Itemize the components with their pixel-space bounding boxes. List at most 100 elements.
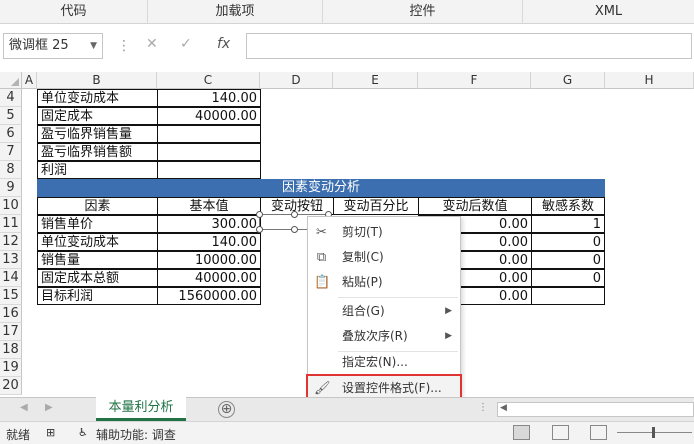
column-header-f[interactable]: F: [418, 72, 531, 89]
ribbon-group-xml[interactable]: XML: [523, 0, 694, 24]
chevron-down-icon[interactable]: ▼: [90, 34, 97, 58]
sheet-tab-bar: ◀ ▶ 本量利分析 ⊕ ⋮ ◀: [0, 397, 694, 421]
column-header-b[interactable]: B: [37, 72, 157, 89]
ribbon-groups: 代码 加载项 控件 XML: [0, 0, 694, 24]
menu-item-assign-macro[interactable]: 指定宏(N)...: [308, 350, 460, 375]
factor-name[interactable]: 销售单价: [37, 215, 158, 233]
select-all-corner[interactable]: [0, 72, 22, 89]
factor-name[interactable]: 销售量: [37, 251, 158, 269]
cell-label[interactable]: 固定成本: [37, 107, 158, 125]
factor-base[interactable]: 300.00: [157, 215, 261, 233]
enter-icon[interactable]: ✓: [180, 36, 192, 52]
cell-label[interactable]: 盈亏临界销售额: [37, 143, 158, 161]
resize-handle[interactable]: [291, 226, 298, 233]
resize-handle[interactable]: [256, 226, 263, 233]
factor-name[interactable]: 固定成本总额: [37, 269, 158, 287]
factor-sensitivity[interactable]: 0: [531, 269, 605, 287]
row-header[interactable]: 20: [0, 377, 22, 395]
factor-sensitivity[interactable]: 1: [531, 215, 605, 233]
formula-input[interactable]: [246, 33, 692, 59]
factor-analysis-banner[interactable]: 因素变动分析: [37, 179, 605, 197]
page-break-view-icon[interactable]: [590, 425, 607, 440]
factor-base[interactable]: 40000.00: [157, 269, 261, 287]
menu-item-format-control[interactable]: 🖌 设置控件格式(F)...: [306, 374, 462, 399]
ribbon-group-addins[interactable]: 加载项: [148, 0, 323, 24]
row-header[interactable]: 13: [0, 251, 22, 269]
menu-item-cut[interactable]: ✂ 剪切(T): [308, 220, 460, 245]
cell-label[interactable]: 盈亏临界销售量: [37, 125, 158, 143]
page-layout-view-icon[interactable]: [552, 425, 569, 440]
row-header[interactable]: 7: [0, 143, 22, 161]
formula-bar: 微调框 25 ▼ ⋮ ✕ ✓ fx: [0, 30, 694, 64]
row-header[interactable]: 14: [0, 269, 22, 287]
header-base[interactable]: 基本值: [157, 197, 261, 215]
menu-item-order[interactable]: 叠放次序(R) ▶: [308, 324, 460, 349]
resize-handle[interactable]: [291, 211, 298, 218]
factor-sensitivity[interactable]: [531, 287, 605, 305]
sheet-tab-active[interactable]: 本量利分析: [96, 397, 186, 421]
factor-name[interactable]: 目标利润: [37, 287, 158, 305]
ribbon-group-controls[interactable]: 控件: [323, 0, 523, 24]
row-header[interactable]: 8: [0, 161, 22, 179]
cell-label[interactable]: 单位变动成本: [37, 89, 158, 107]
column-header-h[interactable]: H: [605, 72, 694, 89]
context-menu: ✂ 剪切(T) ⧉ 复制(C) 📋 粘贴(P) 组合(G) ▶ 叠放次序(R) …: [306, 216, 462, 400]
prev-sheet-icon[interactable]: ◀: [20, 402, 28, 413]
column-header-d[interactable]: D: [260, 72, 333, 89]
cancel-icon[interactable]: ✕: [146, 36, 158, 52]
grip-icon[interactable]: ⋮: [478, 402, 488, 413]
cell-label[interactable]: 利润: [37, 161, 158, 179]
ribbon-group-code[interactable]: 代码: [0, 0, 148, 24]
row-header[interactable]: 9: [0, 179, 22, 197]
cell-value[interactable]: [157, 143, 261, 161]
column-header-e[interactable]: E: [333, 72, 418, 89]
zoom-slider-thumb[interactable]: [652, 427, 655, 438]
cell-value[interactable]: 140.00: [157, 89, 261, 107]
factor-base[interactable]: 140.00: [157, 233, 261, 251]
cell-value[interactable]: [157, 125, 261, 143]
row-header[interactable]: 16: [0, 305, 22, 323]
factor-base[interactable]: 1560000.00: [157, 287, 261, 305]
row-header[interactable]: 17: [0, 323, 22, 341]
horizontal-scrollbar[interactable]: ◀: [497, 402, 694, 417]
accessibility-status[interactable]: 辅助功能: 调查: [96, 426, 176, 443]
cell-value[interactable]: [157, 161, 261, 179]
accessibility-icon[interactable]: ♿: [78, 426, 88, 439]
add-sheet-icon[interactable]: ⊕: [218, 401, 235, 418]
scroll-left-icon[interactable]: ◀: [500, 403, 507, 413]
insert-function-icon[interactable]: fx: [217, 36, 230, 52]
menu-item-paste[interactable]: 📋 粘贴(P): [308, 270, 460, 295]
factor-sensitivity[interactable]: 0: [531, 233, 605, 251]
zoom-slider[interactable]: [617, 427, 692, 438]
header-percent[interactable]: 变动百分比: [333, 197, 419, 215]
row-header[interactable]: 4: [0, 89, 22, 107]
row-header[interactable]: 19: [0, 359, 22, 377]
factor-base[interactable]: 10000.00: [157, 251, 261, 269]
cell-value[interactable]: 40000.00: [157, 107, 261, 125]
header-factor[interactable]: 因素: [37, 197, 158, 215]
factor-name[interactable]: 单位变动成本: [37, 233, 158, 251]
menu-item-copy[interactable]: ⧉ 复制(C): [308, 245, 460, 270]
name-box[interactable]: 微调框 25 ▼: [3, 33, 103, 59]
menu-item-group[interactable]: 组合(G) ▶: [308, 299, 460, 324]
row-header[interactable]: 5: [0, 107, 22, 125]
header-after[interactable]: 变动后数值: [418, 197, 532, 215]
column-header-g[interactable]: G: [531, 72, 605, 89]
record-macro-icon[interactable]: ⊞: [46, 426, 55, 439]
row-header[interactable]: 15: [0, 287, 22, 305]
row-header[interactable]: 11: [0, 215, 22, 233]
row-header[interactable]: 12: [0, 233, 22, 251]
row-header[interactable]: 10: [0, 197, 22, 215]
row-header[interactable]: 6: [0, 125, 22, 143]
column-header-c[interactable]: C: [157, 72, 260, 89]
normal-view-icon[interactable]: [513, 425, 530, 440]
row-header[interactable]: 18: [0, 341, 22, 359]
factor-sensitivity[interactable]: 0: [531, 251, 605, 269]
column-header-a[interactable]: A: [22, 72, 37, 89]
scissors-icon: ✂: [316, 225, 327, 240]
resize-handle[interactable]: [256, 211, 263, 218]
header-sensitivity[interactable]: 敏感系数: [531, 197, 605, 215]
status-mode: 就绪: [6, 428, 31, 442]
next-sheet-icon[interactable]: ▶: [45, 402, 53, 413]
menu-item-label: 剪切(T): [342, 225, 383, 239]
